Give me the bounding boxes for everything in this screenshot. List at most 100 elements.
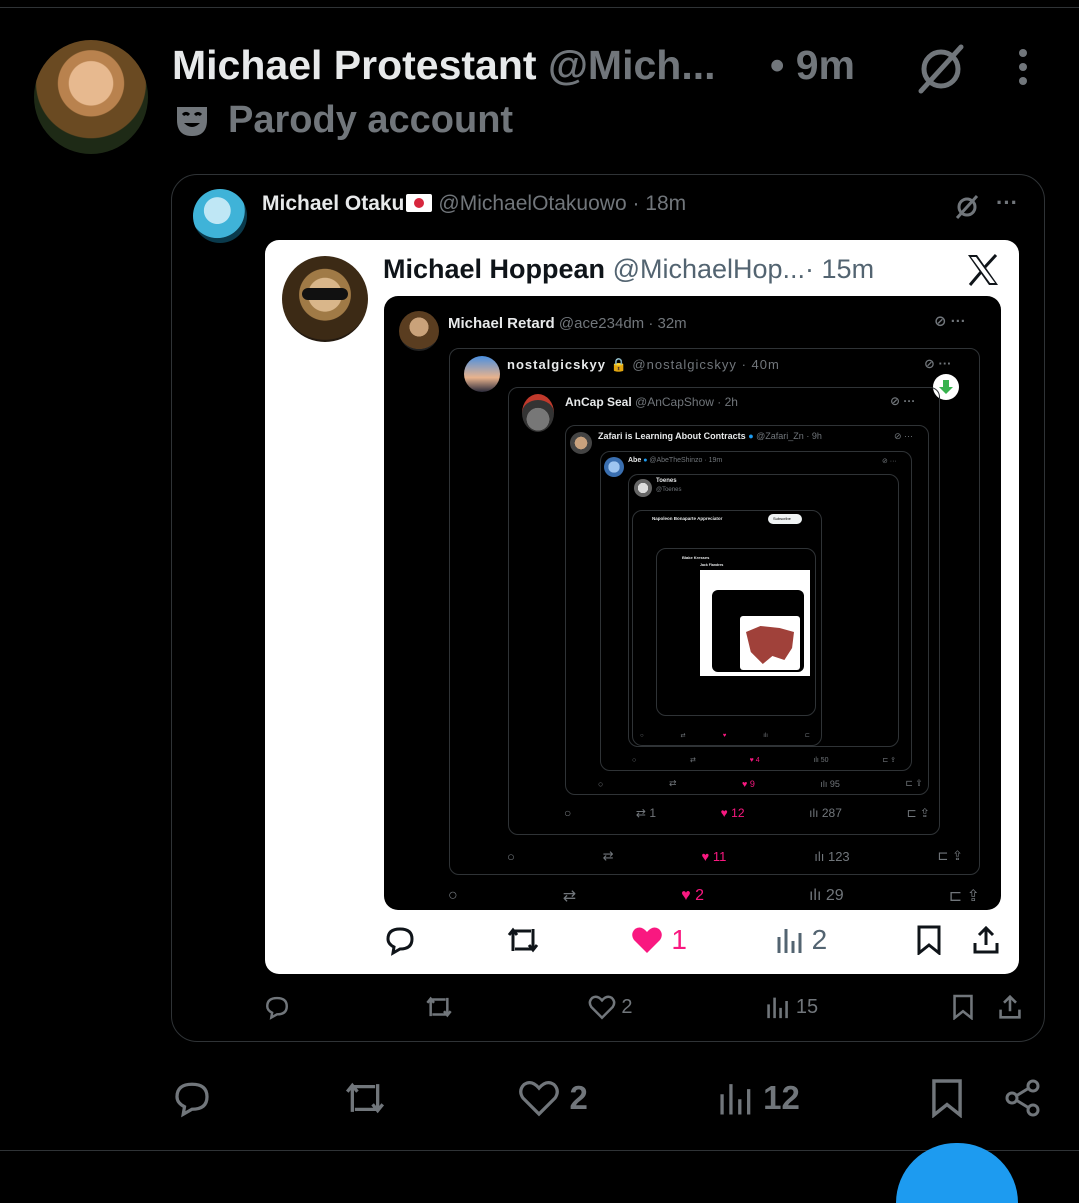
quoted-author-handle: @MichaelOtakuowo: [438, 192, 627, 215]
like-count: ♥ 11: [701, 848, 727, 864]
nested-time: · 40m: [741, 357, 780, 372]
grok-more-icons: ⊘ ···: [894, 431, 914, 441]
parody-mask-icon: [177, 107, 207, 136]
nested-avatar: [522, 394, 554, 432]
author-line[interactable]: Michael Protestant @Mich...: [172, 42, 716, 89]
bookmark-share-group[interactable]: [930, 1078, 1042, 1118]
nested-author-name: nostalgicskyy: [507, 357, 606, 372]
screenshot-author-handle: @MichaelHop...: [612, 254, 806, 284]
nested-author-name: Zafari is Learning About Contracts: [598, 431, 746, 441]
more-icon: ···: [996, 190, 1018, 215]
subscribe-label: Subscribe: [773, 516, 791, 521]
nested-author-name: Napoleon Bonaparte Appreciator: [652, 516, 723, 521]
repost-icon[interactable]: [424, 994, 454, 1020]
nested-time: · 2h: [717, 395, 738, 409]
nested-avatar: [570, 432, 592, 454]
bookmark-icon[interactable]: [930, 1078, 964, 1118]
repost-icon: [507, 927, 538, 953]
nested-author-name: Michael Retard: [448, 315, 555, 332]
quoted-avatar: [193, 189, 247, 243]
quoted-author-name: Michael Otaku: [262, 192, 405, 215]
screenshot-author-name: Michael Hoppean: [383, 254, 606, 284]
views-count: ılı 287: [809, 806, 842, 820]
nested-author-line: Zafari is Learning About Contracts ● @Za…: [598, 431, 822, 441]
nested-author-handle: @AbeTheShinzo: [649, 457, 703, 464]
heart-icon[interactable]: [588, 994, 616, 1020]
nested-author-handle: @ace234dm: [558, 315, 645, 332]
views-count: ılı 123: [814, 848, 850, 864]
heart-icon[interactable]: [518, 1079, 560, 1117]
bookmark-share-icons: ⊏ ⇪: [937, 848, 963, 863]
nested-avatar: [634, 479, 652, 497]
compose-fab-button[interactable]: [896, 1143, 1018, 1203]
nested-time: · 32m: [648, 315, 687, 332]
action-bar-hoppean: 1 2: [384, 924, 1000, 956]
views-icon[interactable]: [718, 1079, 754, 1117]
views-count: ılı 95: [820, 778, 840, 789]
nested-author-name: Abe: [628, 457, 642, 464]
more-icon[interactable]: [1012, 48, 1034, 88]
grok-more-icons: ⊘ ···: [890, 394, 916, 408]
reply-icon: ○: [448, 887, 458, 904]
bookmark-share-group[interactable]: [952, 994, 1022, 1020]
views-count: ılı 29: [808, 887, 844, 904]
nested-author-handle: @AnCapShow: [635, 395, 714, 409]
nested-author-handle: @nostalgicskyy: [632, 357, 737, 372]
nested-author-handle: @Toenes: [656, 487, 682, 493]
reply-icon: ○: [564, 806, 572, 820]
nested-author-line: nostalgicskyy 🔒 @nostalgicskyy · 40m: [507, 357, 780, 372]
nested-avatar: [399, 311, 439, 351]
nested-author-line: Abe ● @AbeTheShinzo · 19m: [628, 457, 723, 464]
action-bar-7: ○ ⇄ ♥ ılı ⊏: [640, 732, 810, 740]
action-bar-nostalgic: ○ ⇄ ♥ 11 ılı 123 ⊏ ⇪: [507, 848, 963, 864]
nested-author-line: AnCap Seal @AnCapShow · 2h: [565, 395, 738, 409]
repost-icon: ⇄: [668, 778, 677, 788]
bookmark-share-icons: [916, 925, 1000, 955]
nested-author-name: Toenes: [656, 478, 677, 484]
views-button[interactable]: 12: [718, 1079, 800, 1117]
action-bar-quote[interactable]: 2 15: [264, 994, 1022, 1020]
reply-icon: [386, 927, 414, 956]
avatar[interactable]: [34, 40, 148, 154]
screenshot-author-line: Michael Hoppean @MichaelHop...· 15m: [383, 254, 874, 285]
heart-icon: [631, 927, 662, 953]
grok-icon: [955, 194, 979, 220]
like-button[interactable]: 2: [518, 1079, 588, 1117]
grok-icon[interactable]: [915, 44, 967, 94]
reply-icon[interactable]: [172, 1078, 212, 1118]
repost-icon[interactable]: [342, 1079, 388, 1117]
action-bar-ancap: ○ ⇄ 1 ♥ 12 ılı 287 ⊏ ⇪: [564, 806, 930, 820]
bookmark-icon[interactable]: [952, 994, 974, 1020]
share-icon[interactable]: [1004, 1079, 1042, 1117]
top-divider: [0, 7, 1079, 8]
nested-time: · 9h: [806, 431, 822, 441]
japan-flag-icon: [406, 194, 433, 212]
author-handle[interactable]: @Mich...: [548, 42, 716, 88]
reply-icon[interactable]: [264, 994, 290, 1020]
bookmark-share-icons: ⊏ ⇪: [906, 806, 930, 820]
like-count: ♥ 2: [681, 887, 704, 904]
post-time[interactable]: • 9m: [770, 42, 855, 89]
like-button[interactable]: 2: [588, 994, 632, 1020]
bookmark-share-icons: ⊏ ⇪: [948, 888, 980, 905]
action-bar-zafari: ○ ⇄ ♥ 9 ılı 95 ⊏ ⇪: [598, 778, 923, 789]
nested-author-handle: @Zafari_Zn: [756, 431, 804, 441]
action-bar-retard: ○ ⇄ ♥ 2 ılı 29 ⊏ ⇪: [448, 886, 980, 906]
action-bar-main[interactable]: 2 12: [172, 1078, 1042, 1118]
parody-label: Parody account: [228, 99, 514, 141]
share-icon[interactable]: [998, 994, 1022, 1020]
screenshot-time: · 15m: [805, 254, 875, 284]
bookmark-share-icons: ⊏ ⇪: [882, 757, 896, 764]
author-name[interactable]: Michael Protestant: [172, 42, 537, 88]
grok-more-icons: ⊘ ···: [934, 313, 966, 330]
repost-count: ⇄ 1: [635, 806, 656, 820]
action-bar-abe: ○ ⇄ ♥ 4 ılı 50 ⊏ ⇪: [632, 756, 896, 765]
like-count: ♥ 4: [749, 756, 760, 764]
nested-avatar: [604, 457, 624, 477]
views-icon: [777, 929, 802, 953]
views-icon[interactable]: [766, 994, 790, 1020]
views-button[interactable]: 15: [766, 994, 818, 1020]
like-count: ♥ 9: [741, 778, 755, 789]
repost-icon: ⇄: [689, 757, 696, 764]
views-count: 2: [776, 924, 827, 956]
